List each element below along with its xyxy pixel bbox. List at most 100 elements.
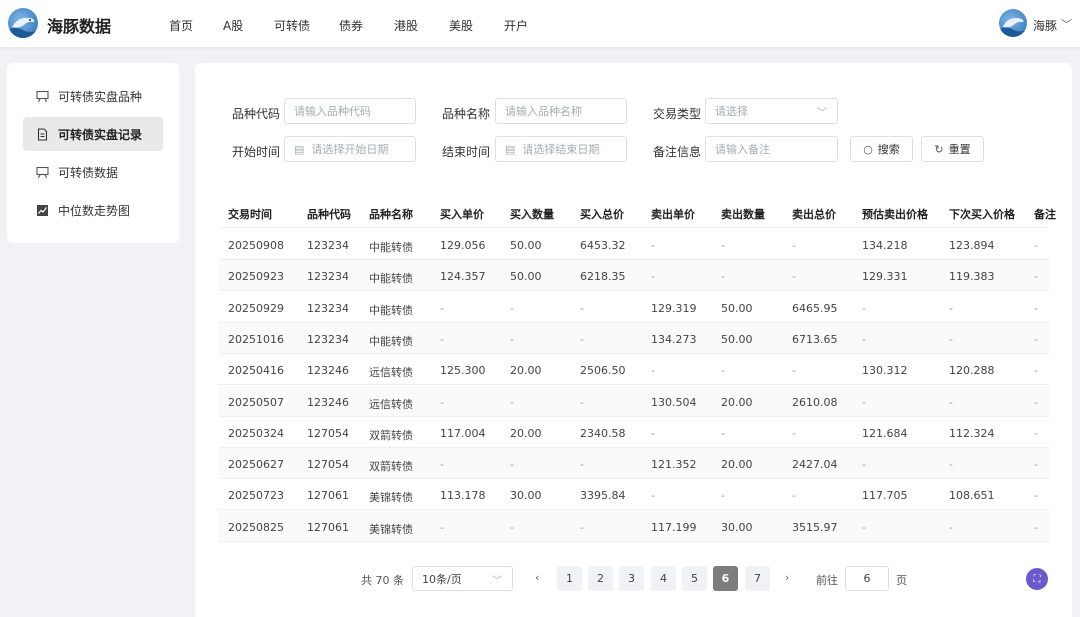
table-row[interactable]: 20250908 123234 中能转债 129.056 50.00 6453.32 - - -… (219, 229, 1049, 260)
table-row[interactable]: 20250923 123234 中能转债 124.357 50.00 6218.35 - - -… (219, 260, 1049, 292)
table-cell: 20251016 (228, 332, 284, 346)
table-row[interactable]: 20250627 127054 双箭转债 - - - 121.352 20.00 2427.04… (219, 448, 1049, 480)
code-input[interactable]: 请输入品种代码 (284, 98, 416, 124)
user-name[interactable]: 海豚 (1033, 17, 1057, 34)
sidebar-item-label: 可转债实盘记录 (58, 127, 143, 142)
table-cell: - (792, 364, 796, 378)
goto-page-input[interactable]: 6 (845, 566, 889, 591)
table-row[interactable]: 20250324 127054 双箭转债 117.004 20.00 2340.58 - - -… (219, 417, 1049, 448)
page-button-1[interactable]: 1 (557, 566, 582, 591)
table-row[interactable]: 20250723 127061 美锦转债 113.178 30.00 3395.84 - - -… (219, 479, 1049, 511)
column-header[interactable]: 卖出数量 (721, 206, 765, 222)
table-cell: 20250416 (228, 364, 284, 378)
page-button-4[interactable]: 4 (651, 566, 676, 591)
table-cell: 20250723 (228, 489, 284, 503)
table-cell: 20250929 (228, 301, 284, 315)
table-cell: - (721, 270, 725, 284)
table-cell: 2427.04 (792, 458, 838, 472)
column-header[interactable]: 卖出总价 (792, 206, 836, 222)
fullscreen-icon[interactable]: ⛶ (1026, 568, 1048, 590)
page-button-5[interactable]: 5 (682, 566, 707, 591)
brand-name[interactable]: 海豚数据 (47, 13, 111, 37)
search-button[interactable]: ○ 搜索 (850, 136, 913, 162)
nav-us-stocks[interactable]: 美股 (449, 17, 473, 34)
table-cell: - (792, 239, 796, 252)
column-header[interactable]: 品种名称 (369, 206, 413, 222)
page-size-select[interactable]: 10条/页 ﹀ (412, 566, 513, 591)
dolphin-logo-icon[interactable] (8, 8, 38, 38)
page-suffix: 页 (896, 574, 907, 587)
reset-button[interactable]: ↻ 重置 (921, 136, 984, 162)
table-cell: 20250627 (228, 458, 284, 472)
nav-open-account[interactable]: 开户 (504, 17, 528, 34)
nav-convertible-bonds[interactable]: 可转债 (274, 17, 310, 34)
name-input[interactable]: 请输入品种名称 (495, 98, 627, 124)
sidebar-item-convertible-varieties[interactable]: 可转债实盘品种 (23, 79, 163, 113)
column-header[interactable]: 买入数量 (510, 206, 554, 222)
page-button-2[interactable]: 2 (588, 566, 613, 591)
user-avatar[interactable] (999, 9, 1027, 37)
table-cell: - (580, 520, 584, 534)
trade-type-select[interactable]: 请选择 ﹀ (705, 98, 838, 124)
table-cell: - (862, 520, 866, 534)
table-row[interactable]: 20250929 123234 中能转债 - - - 129.319 50.00 6465.95… (219, 292, 1049, 323)
table-row[interactable]: 20250825 127061 美锦转债 - - - 117.199 30.00 3515.97… (219, 510, 1049, 542)
sidebar-item-median-trend[interactable]: 中位数走势图 (23, 193, 163, 227)
nav-bonds[interactable]: 债券 (339, 17, 363, 34)
table-cell: - (862, 301, 866, 315)
end-date-picker[interactable]: ▤ 请选择结束日期 (495, 136, 627, 162)
column-header[interactable]: 下次买入价格 (949, 206, 1015, 222)
table-cell: - (1034, 332, 1038, 346)
column-header[interactable]: 预估卖出价格 (862, 206, 928, 222)
table-cell: - (721, 239, 725, 252)
prev-page-icon[interactable]: ‹ (535, 571, 539, 584)
next-page-icon[interactable]: › (785, 571, 789, 584)
table-row[interactable]: 20251016 123234 中能转债 - - - 134.273 50.00 6713.65… (219, 322, 1049, 354)
chevron-down-icon: ﹀ (492, 576, 502, 587)
table-cell: 120.288 (949, 364, 995, 378)
page-button-7[interactable]: 7 (745, 566, 770, 591)
page-button-3[interactable]: 3 (619, 566, 644, 591)
column-header[interactable]: 备注 (1034, 206, 1056, 222)
search-icon: ○ (863, 142, 873, 156)
sidebar-item-convertible-data[interactable]: 可转债数据 (23, 155, 163, 189)
table-cell: 双箭转债 (369, 460, 413, 474)
calendar-icon: ▤ (294, 142, 305, 156)
nav-home[interactable]: 首页 (169, 17, 193, 34)
trend-chart-icon (35, 203, 49, 217)
table-cell: 125.300 (440, 364, 486, 378)
table-cell: - (651, 426, 655, 440)
table-row[interactable]: 20250507 123246 远信转债 - - - 130.504 20.00 2610.08… (219, 385, 1049, 417)
note-input[interactable]: 请输入备注 (705, 136, 838, 162)
sidebar-item-convertible-records[interactable]: 可转债实盘记录 (23, 117, 163, 151)
column-header[interactable]: 品种代码 (307, 206, 351, 222)
nav-a-shares[interactable]: A股 (223, 17, 243, 34)
table-cell: 20.00 (721, 458, 753, 472)
table-cell: 20250908 (228, 239, 284, 252)
column-header[interactable]: 买入总价 (580, 206, 624, 222)
column-header[interactable]: 交易时间 (228, 206, 272, 222)
sidebar-item-label: 中位数走势图 (58, 203, 131, 218)
table-cell: 117.705 (862, 489, 908, 503)
board-icon (35, 165, 49, 179)
table-cell: 123.894 (949, 239, 995, 252)
table-cell: - (580, 332, 584, 346)
page-button-6-current[interactable]: 6 (713, 566, 738, 591)
table-cell: - (1034, 426, 1038, 440)
table-cell: - (510, 301, 514, 315)
column-header[interactable]: 卖出单价 (651, 206, 695, 222)
nav-hk-stocks[interactable]: 港股 (394, 17, 418, 34)
table-header: 交易时间 品种代码 品种名称 买入单价 买入数量 买入总价 卖出单价 卖出数量 … (219, 198, 1056, 228)
search-button-label: 搜索 (877, 143, 900, 156)
table-cell: 6713.65 (792, 332, 838, 346)
table-cell: - (792, 270, 796, 284)
end-date-label: 结束时间 (442, 145, 491, 159)
chevron-down-icon[interactable]: ﹀ (1061, 16, 1072, 32)
column-header[interactable]: 买入单价 (440, 206, 484, 222)
table-cell: - (949, 458, 953, 472)
sidebar-item-label: 可转债数据 (58, 165, 119, 180)
table-cell: 20.00 (721, 395, 753, 409)
start-date-picker[interactable]: ▤ 请选择开始日期 (284, 136, 416, 162)
table-cell: 123246 (307, 364, 349, 378)
table-row[interactable]: 20250416 123246 远信转债 125.300 20.00 2506.50 - - -… (219, 354, 1049, 386)
